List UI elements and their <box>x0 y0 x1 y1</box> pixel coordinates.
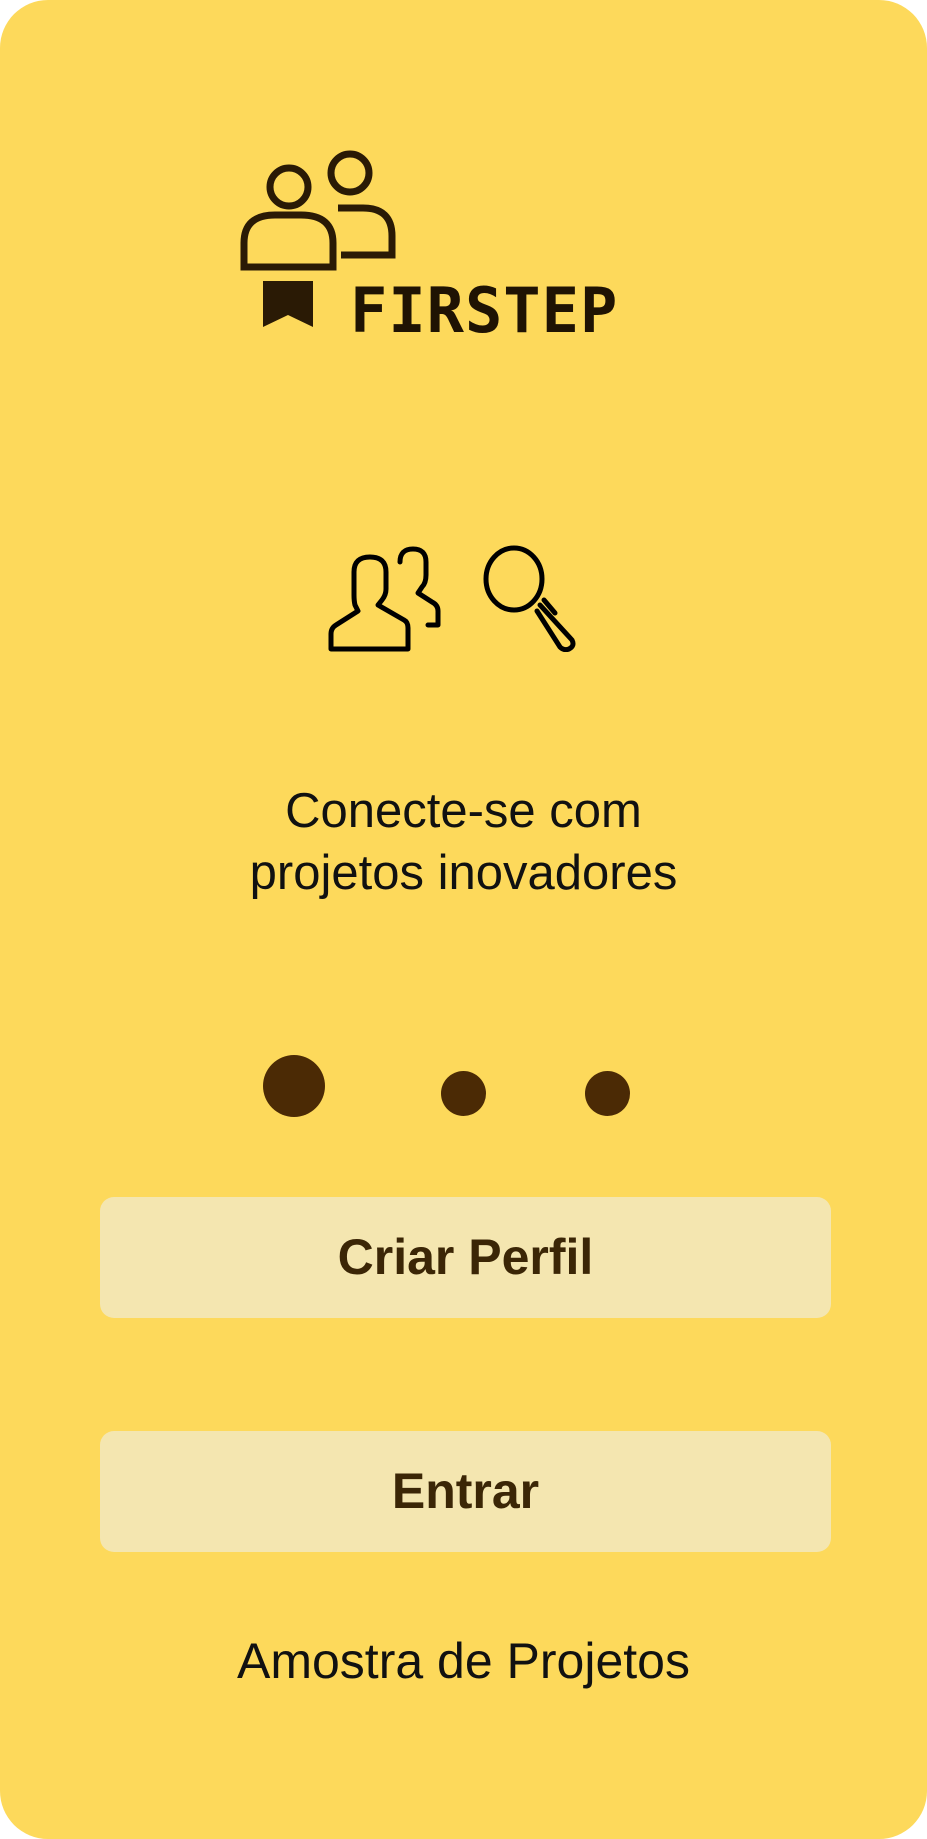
tagline-line-2: projetos inovadores <box>249 846 678 900</box>
bookmark-logo-icon <box>263 281 313 327</box>
page-dot[interactable] <box>441 1071 486 1116</box>
users-group-icon <box>328 546 441 652</box>
sample-projects-link[interactable]: Amostra de Projetos <box>0 1628 927 1694</box>
onboarding-screen: FIRSTEP Conecte-se com projetos inovador… <box>0 0 927 1839</box>
tagline-line-1: Conecte-se com <box>285 784 642 838</box>
page-dot-active[interactable] <box>263 1055 325 1117</box>
people-logo-icon <box>240 150 396 271</box>
page-dot[interactable] <box>585 1071 630 1116</box>
login-button[interactable]: Entrar <box>100 1431 831 1552</box>
onboarding-tagline: Conecte-se com projetos inovadores <box>0 780 927 904</box>
create-profile-button[interactable]: Criar Perfil <box>100 1197 831 1318</box>
logo-wordmark: FIRSTEP <box>350 274 619 347</box>
search-icon <box>483 545 576 652</box>
